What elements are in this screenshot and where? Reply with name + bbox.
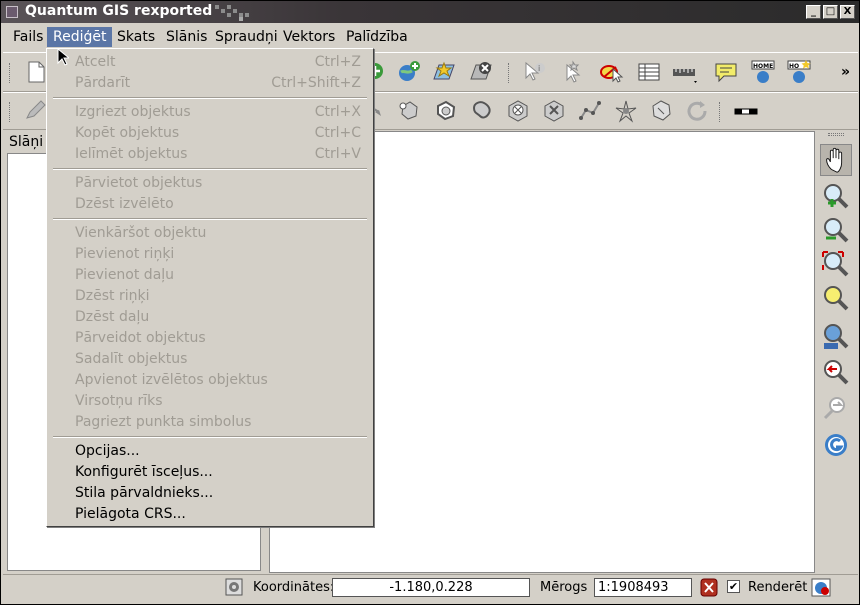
menu-item-undo[interactable]: Atcelt Ctrl+Z bbox=[75, 52, 361, 72]
close-window-button[interactable]: X bbox=[840, 5, 855, 19]
menu-fails[interactable]: Fails bbox=[7, 27, 49, 47]
toolbar-overflow-button[interactable]: » bbox=[841, 64, 850, 80]
menu-separator bbox=[53, 436, 367, 438]
add-wms-layer-icon[interactable] bbox=[396, 59, 422, 85]
zoom-full-icon[interactable] bbox=[820, 249, 852, 281]
zoom-next-icon[interactable] bbox=[820, 393, 852, 425]
menu-item-cut[interactable]: Izgriezt objektus Ctrl+X bbox=[75, 102, 361, 122]
toolbar-grip[interactable] bbox=[828, 133, 844, 136]
remove-layer-icon[interactable] bbox=[468, 59, 494, 85]
menu-item-delete-selected[interactable]: Dzēst izvēlēto bbox=[75, 194, 361, 214]
toolbar-grip[interactable] bbox=[9, 63, 12, 83]
svg-text:HOME: HOME bbox=[753, 63, 773, 70]
menu-item-move-feature[interactable]: Pārvietot objektus bbox=[75, 173, 361, 193]
layers-panel-title: Slāņi bbox=[9, 134, 44, 150]
attribute-table-icon[interactable] bbox=[636, 59, 662, 85]
svg-text:HO: HO bbox=[789, 63, 799, 70]
menu-separator bbox=[53, 218, 367, 220]
zoom-last-icon[interactable] bbox=[820, 357, 852, 389]
menu-item-options[interactable]: Opcijas... bbox=[75, 441, 361, 461]
menu-item-delete-part[interactable]: Dzēst daļu bbox=[75, 307, 361, 327]
identify-icon[interactable]: i bbox=[521, 59, 547, 85]
home-bookmark-icon[interactable]: HOME bbox=[750, 59, 776, 85]
refresh-icon[interactable] bbox=[820, 429, 852, 461]
menu-item-custom-crs[interactable]: Pielāgota CRS... bbox=[75, 504, 361, 524]
toolbar-grip[interactable] bbox=[508, 63, 511, 83]
deselect-icon[interactable] bbox=[598, 59, 624, 85]
render-label: Renderēt bbox=[748, 580, 808, 595]
render-checkbox[interactable]: ✔ bbox=[727, 580, 740, 593]
maximize-button[interactable]: □ bbox=[823, 5, 838, 19]
menu-skats[interactable]: Skats bbox=[111, 27, 161, 47]
window-title: Quantum GIS rexported bbox=[25, 3, 213, 19]
zoom-to-selection-icon[interactable] bbox=[820, 283, 852, 315]
scale-field[interactable]: 1:1908493 bbox=[594, 578, 692, 597]
coordinates-field[interactable]: -1.180,0.228 bbox=[332, 578, 530, 597]
menu-bar: Fails Rediģēt Skats Slānis Spraudņi Vekt… bbox=[3, 25, 858, 49]
coordinates-label: Koordinātes: bbox=[253, 580, 335, 595]
mouse-cursor-icon bbox=[57, 48, 69, 66]
reshape-icon[interactable] bbox=[469, 98, 495, 124]
projection-icon[interactable] bbox=[811, 578, 831, 597]
main-window: Quantum GIS rexported _ □ X Fails Rediģē… bbox=[0, 0, 860, 605]
home-bookmark-add-icon[interactable]: HO bbox=[786, 59, 812, 85]
menu-slanis[interactable]: Slānis bbox=[160, 27, 213, 47]
menu-item-copy[interactable]: Kopēt objektus Ctrl+C bbox=[75, 123, 361, 143]
delete-ring-icon[interactable] bbox=[505, 98, 531, 124]
map-tips-icon[interactable] bbox=[713, 59, 739, 85]
menu-item-style-manager[interactable]: Stila pārvaldnieks... bbox=[75, 483, 361, 503]
title-decoration bbox=[213, 3, 253, 21]
app-icon bbox=[6, 6, 18, 18]
toolbar-grip[interactable] bbox=[9, 102, 12, 122]
zoom-to-layer-icon[interactable] bbox=[820, 321, 852, 353]
menu-vektors[interactable]: Vektors bbox=[277, 27, 341, 47]
add-ring-icon[interactable] bbox=[397, 98, 423, 124]
menu-rediget[interactable]: Rediģēt bbox=[47, 27, 113, 47]
menu-palidziba[interactable]: Palīdzība bbox=[340, 27, 414, 47]
map-navigation-toolbar bbox=[816, 131, 856, 573]
scalebar-icon[interactable] bbox=[733, 98, 759, 124]
menu-separator bbox=[53, 168, 367, 170]
menu-spraudni[interactable]: Spraudņi bbox=[209, 27, 284, 47]
menu-item-simplify[interactable]: Vienkāršot objektu bbox=[75, 223, 361, 243]
menu-separator bbox=[53, 97, 367, 99]
new-vector-layer-icon[interactable] bbox=[431, 59, 457, 85]
toolbar-grip[interactable] bbox=[719, 102, 722, 122]
node-tool-icon[interactable] bbox=[613, 98, 639, 124]
edit-menu-dropdown: Atcelt Ctrl+Z Pārdarīt Ctrl+Shift+Z Izgrie… bbox=[46, 48, 374, 527]
stop-render-icon[interactable] bbox=[700, 578, 718, 597]
merge-features-icon[interactable] bbox=[648, 98, 674, 124]
delete-part-icon[interactable] bbox=[541, 98, 567, 124]
menu-item-add-part[interactable]: Pievienot daļu bbox=[75, 265, 361, 285]
scale-label: Mērogs bbox=[540, 580, 588, 595]
menu-item-split[interactable]: Sadalīt objektus bbox=[75, 349, 361, 369]
measure-icon[interactable] bbox=[671, 59, 697, 85]
status-bar: Koordinātes: -1.180,0.228 Mērogs 1:19084… bbox=[3, 574, 858, 600]
menu-item-node-tool[interactable]: Virsotņu rīks bbox=[75, 391, 361, 411]
svg-text:i: i bbox=[538, 64, 540, 73]
minimize-button[interactable]: _ bbox=[806, 5, 821, 19]
split-features-icon[interactable] bbox=[577, 98, 603, 124]
zoom-in-icon[interactable] bbox=[820, 181, 852, 213]
menu-item-add-ring[interactable]: Pievienot riņķi bbox=[75, 244, 361, 264]
menu-item-configure-shortcuts[interactable]: Konfigurēt īsceļus... bbox=[75, 462, 361, 482]
menu-item-rotate-symbols[interactable]: Pagriezt punkta simbolus bbox=[75, 412, 361, 432]
add-part-icon[interactable] bbox=[433, 98, 459, 124]
title-bar[interactable]: Quantum GIS rexported _ □ X bbox=[1, 1, 859, 23]
menu-item-delete-ring[interactable]: Dzēst riņķi bbox=[75, 286, 361, 306]
menu-item-reshape[interactable]: Pārveidot objektus bbox=[75, 328, 361, 348]
menu-item-redo[interactable]: Pārdarīt Ctrl+Shift+Z bbox=[75, 73, 361, 93]
progress-icon[interactable] bbox=[225, 578, 243, 596]
menu-item-paste[interactable]: Ielīmēt objektus Ctrl+V bbox=[75, 144, 361, 164]
menu-item-merge[interactable]: Apvienot izvēlētos objektus bbox=[75, 370, 361, 390]
select-features-icon[interactable] bbox=[559, 59, 585, 85]
pan-icon[interactable] bbox=[820, 144, 852, 176]
rotate-symbols-icon[interactable] bbox=[684, 98, 710, 124]
zoom-out-icon[interactable] bbox=[820, 215, 852, 247]
